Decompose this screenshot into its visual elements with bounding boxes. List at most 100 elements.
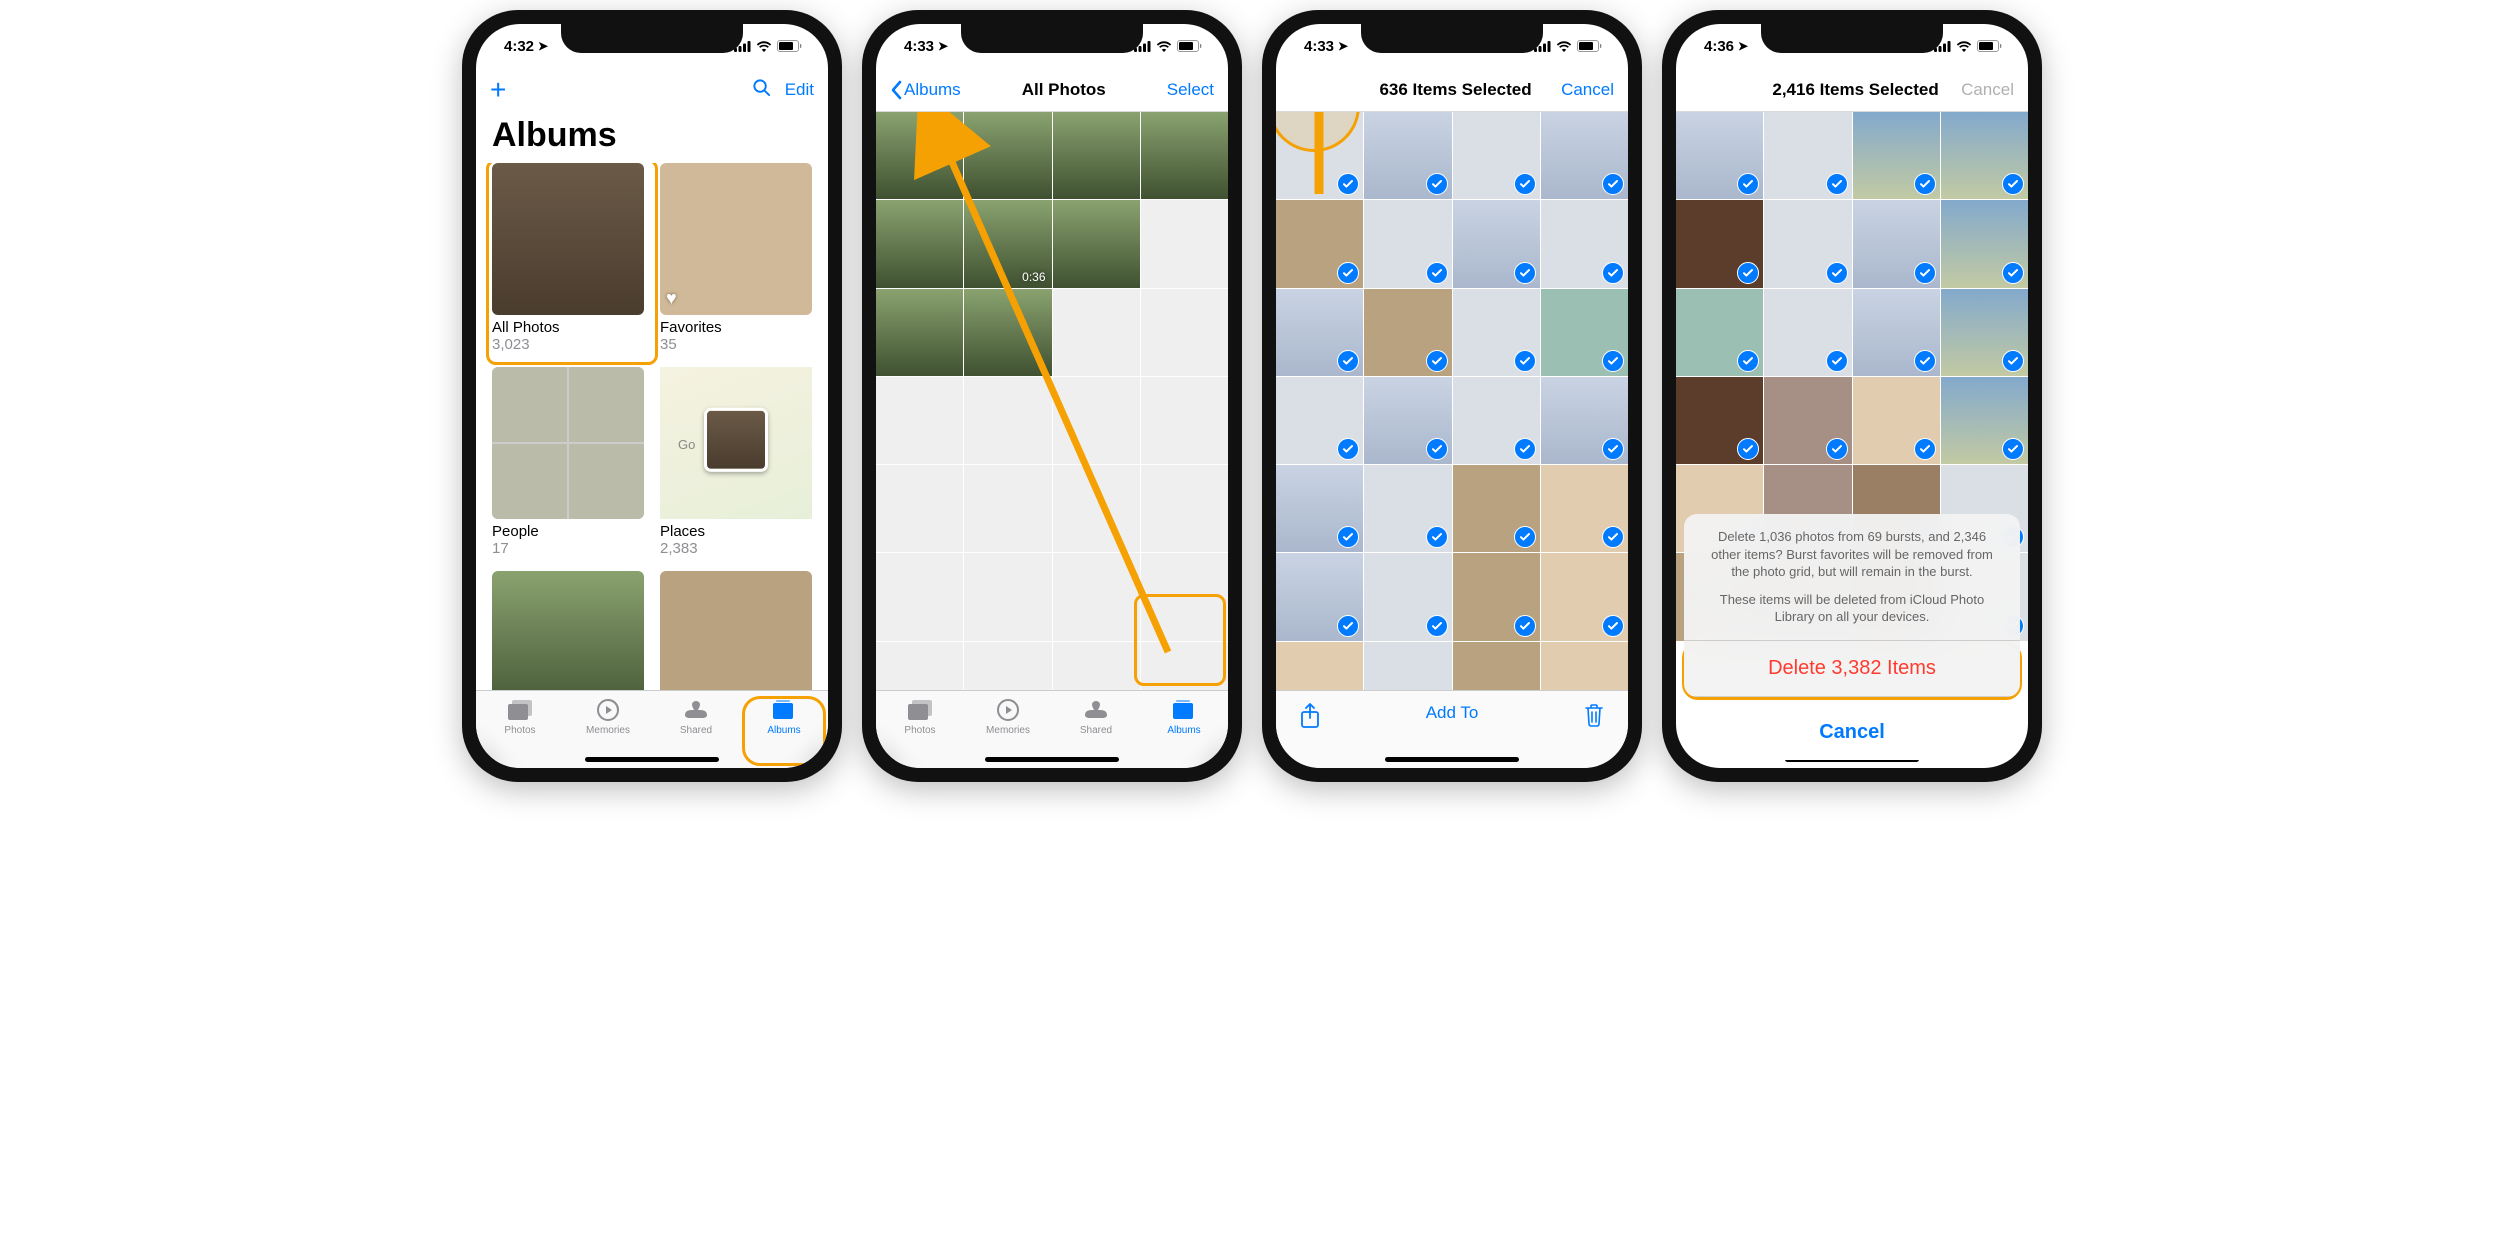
photo-thumb[interactable] xyxy=(876,553,963,640)
notch xyxy=(1361,23,1543,53)
photo-thumb[interactable] xyxy=(1141,553,1228,640)
album-people[interactable]: People 17 xyxy=(492,367,644,557)
delete-items-button[interactable]: Delete 3,382 Items xyxy=(1684,641,2020,697)
photo-thumb[interactable] xyxy=(1453,200,1540,287)
notch xyxy=(561,23,743,53)
home-indicator[interactable] xyxy=(585,757,719,762)
add-album-button[interactable]: + xyxy=(490,76,506,104)
photo-thumb[interactable] xyxy=(964,642,1051,691)
photo-thumb[interactable] xyxy=(964,377,1051,464)
tab-label: Memories xyxy=(986,725,1030,736)
memories-icon xyxy=(594,697,622,723)
home-indicator[interactable] xyxy=(985,757,1119,762)
photo-thumb[interactable] xyxy=(1141,289,1228,376)
photo-thumb[interactable] xyxy=(876,377,963,464)
phone-frame-2: 4:33 ➤ Albums All Photos Select xyxy=(862,10,1242,782)
back-button[interactable]: Albums xyxy=(890,80,961,100)
photo-thumb[interactable] xyxy=(876,112,963,199)
delete-button[interactable] xyxy=(1584,703,1604,732)
photo-thumb[interactable] xyxy=(1453,553,1540,640)
photos-icon xyxy=(506,697,534,723)
photo-thumb[interactable] xyxy=(1364,200,1451,287)
photo-thumb[interactable] xyxy=(1453,289,1540,376)
photo-thumb[interactable] xyxy=(876,465,963,552)
edit-button[interactable]: Edit xyxy=(785,80,814,100)
wifi-icon xyxy=(756,41,772,52)
photo-thumb[interactable] xyxy=(1364,553,1451,640)
photo-thumb[interactable] xyxy=(1541,200,1628,287)
photo-thumb[interactable] xyxy=(1053,642,1140,691)
album-favorites[interactable]: ♥ Favorites 35 xyxy=(660,163,812,353)
photo-thumb[interactable] xyxy=(1141,377,1228,464)
selected-check-icon xyxy=(1426,526,1448,548)
photo-thumb[interactable] xyxy=(1541,642,1628,691)
tab-albums[interactable]: Albums xyxy=(740,691,828,768)
photo-thumb[interactable] xyxy=(876,642,963,691)
photo-thumb[interactable] xyxy=(1141,200,1228,287)
album-label: All Photos xyxy=(492,319,644,336)
photo-thumb[interactable] xyxy=(1053,465,1140,552)
location-icon: ➤ xyxy=(1738,39,1748,53)
photo-thumb[interactable] xyxy=(964,289,1051,376)
photo-thumb[interactable] xyxy=(964,112,1051,199)
tab-label: Memories xyxy=(586,725,630,736)
tab-photos[interactable]: Photos xyxy=(476,691,564,768)
photo-thumb[interactable] xyxy=(964,553,1051,640)
photo-thumb[interactable] xyxy=(1053,377,1140,464)
photo-thumb[interactable] xyxy=(1141,112,1228,199)
photo-thumb[interactable] xyxy=(1053,112,1140,199)
photo-thumb[interactable] xyxy=(1453,465,1540,552)
share-button[interactable] xyxy=(1300,703,1320,734)
album-item[interactable] xyxy=(660,571,812,690)
select-button[interactable]: Select xyxy=(1167,80,1214,100)
photo-thumb[interactable]: 0:36 xyxy=(964,200,1051,287)
action-sheet: Delete 1,036 photos from 69 bursts, and … xyxy=(1684,514,2020,697)
photo-thumb[interactable] xyxy=(1276,377,1363,464)
photo-thumb[interactable] xyxy=(1541,377,1628,464)
album-item[interactable] xyxy=(492,571,644,690)
tab-albums[interactable]: Albums xyxy=(1140,691,1228,768)
search-button[interactable] xyxy=(752,78,771,102)
photo-thumb[interactable] xyxy=(1364,112,1451,199)
photo-thumb[interactable] xyxy=(1453,642,1540,691)
photo-thumb[interactable] xyxy=(876,200,963,287)
photo-thumb[interactable] xyxy=(1141,465,1228,552)
album-all-photos[interactable]: All Photos 3,023 xyxy=(492,163,644,353)
home-indicator[interactable] xyxy=(1385,757,1519,762)
tab-label: Albums xyxy=(767,725,800,736)
photo-thumb[interactable] xyxy=(876,289,963,376)
photo-thumb[interactable] xyxy=(1053,200,1140,287)
selected-check-icon xyxy=(1337,526,1359,548)
memories-icon xyxy=(994,697,1022,723)
photo-thumb[interactable] xyxy=(1364,642,1451,691)
photo-thumb[interactable] xyxy=(964,465,1051,552)
photo-thumb[interactable] xyxy=(1276,642,1363,691)
photo-thumb[interactable] xyxy=(1541,553,1628,640)
photo-thumb[interactable] xyxy=(1541,112,1628,199)
photo-thumb[interactable] xyxy=(1053,553,1140,640)
photo-thumb[interactable] xyxy=(1364,465,1451,552)
add-to-button[interactable]: Add To xyxy=(1426,703,1479,723)
photo-thumb[interactable] xyxy=(1364,289,1451,376)
photo-thumb[interactable] xyxy=(1276,465,1363,552)
sheet-cancel-button[interactable]: Cancel xyxy=(1684,705,2020,760)
photo-thumb[interactable] xyxy=(1541,289,1628,376)
cancel-button[interactable]: Cancel xyxy=(1561,80,1614,100)
photo-thumb[interactable] xyxy=(1276,553,1363,640)
selected-check-icon xyxy=(1514,173,1536,195)
tab-photos[interactable]: Photos xyxy=(876,691,964,768)
photo-thumb[interactable] xyxy=(1453,377,1540,464)
nav-bar: 2,416 Items Selected Cancel xyxy=(1676,68,2028,112)
photo-thumb[interactable] xyxy=(1541,465,1628,552)
photo-thumb[interactable] xyxy=(1453,112,1540,199)
photo-thumb[interactable] xyxy=(1141,642,1228,691)
photo-thumb[interactable] xyxy=(1276,112,1363,199)
album-label: Favorites xyxy=(660,319,812,336)
selected-check-icon xyxy=(1337,615,1359,637)
album-places[interactable]: Go Places 2,383 xyxy=(660,367,812,557)
photo-thumb[interactable] xyxy=(1364,377,1451,464)
photo-thumb[interactable] xyxy=(1053,289,1140,376)
photo-thumb[interactable] xyxy=(1276,200,1363,287)
photo-thumb[interactable] xyxy=(1276,289,1363,376)
album-count: 17 xyxy=(492,540,644,557)
